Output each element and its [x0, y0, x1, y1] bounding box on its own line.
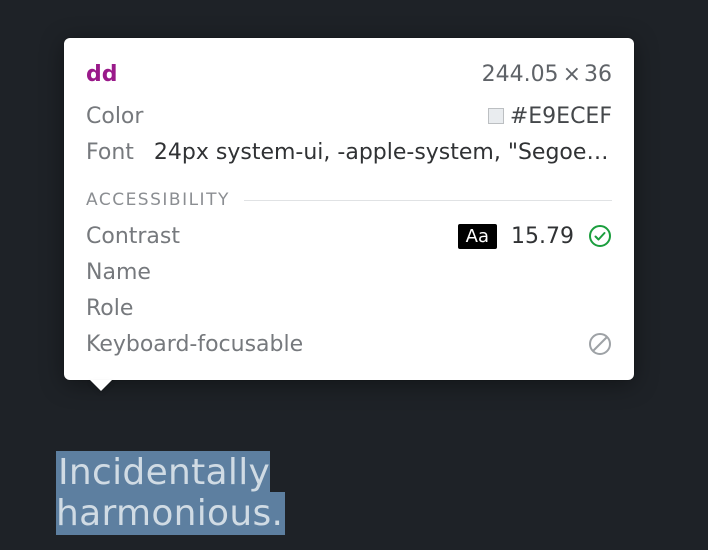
times-icon: ×	[559, 62, 584, 87]
contrast-value: 15.79	[511, 224, 574, 249]
accessibility-title: ACCESSIBILITY	[86, 190, 230, 210]
contrast-badge: Aa	[458, 224, 497, 249]
color-label: Color	[86, 104, 143, 129]
font-value: 24px system-ui, -apple-system, "Segoe UI…	[154, 140, 612, 165]
contrast-label: Contrast	[86, 224, 180, 249]
role-row: Role	[86, 290, 612, 326]
name-row: Name	[86, 254, 612, 290]
highlighted-text[interactable]: Incidentally harmonious.	[56, 451, 285, 535]
font-label: Font	[86, 140, 134, 165]
role-label: Role	[86, 296, 133, 321]
element-header-row: dd 244.05×36	[86, 56, 612, 92]
keyboard-focusable-label: Keyboard-focusable	[86, 332, 303, 357]
name-label: Name	[86, 260, 151, 285]
accessibility-section-header: ACCESSIBILITY	[86, 190, 612, 210]
page-content-highlight: Incidentally harmonious.	[50, 448, 490, 538]
color-hex: #E9ECEF	[510, 104, 612, 129]
section-divider	[244, 200, 612, 201]
color-swatch	[488, 108, 504, 124]
check-circle-icon	[588, 224, 612, 248]
element-tag: dd	[86, 62, 118, 87]
color-row: Color #E9ECEF	[86, 98, 612, 134]
not-applicable-icon	[588, 332, 612, 356]
element-inspector-tooltip: dd 244.05×36 Color #E9ECEF Font 24px sys…	[64, 38, 634, 380]
dimension-width: 244.05	[482, 62, 559, 87]
color-value: #E9ECEF	[488, 104, 612, 129]
keyboard-focusable-row: Keyboard-focusable	[86, 326, 612, 362]
contrast-row: Contrast Aa 15.79	[86, 218, 612, 254]
element-dimensions: 244.05×36	[482, 62, 612, 87]
dimension-height: 36	[584, 62, 612, 87]
font-row: Font 24px system-ui, -apple-system, "Seg…	[86, 134, 612, 170]
